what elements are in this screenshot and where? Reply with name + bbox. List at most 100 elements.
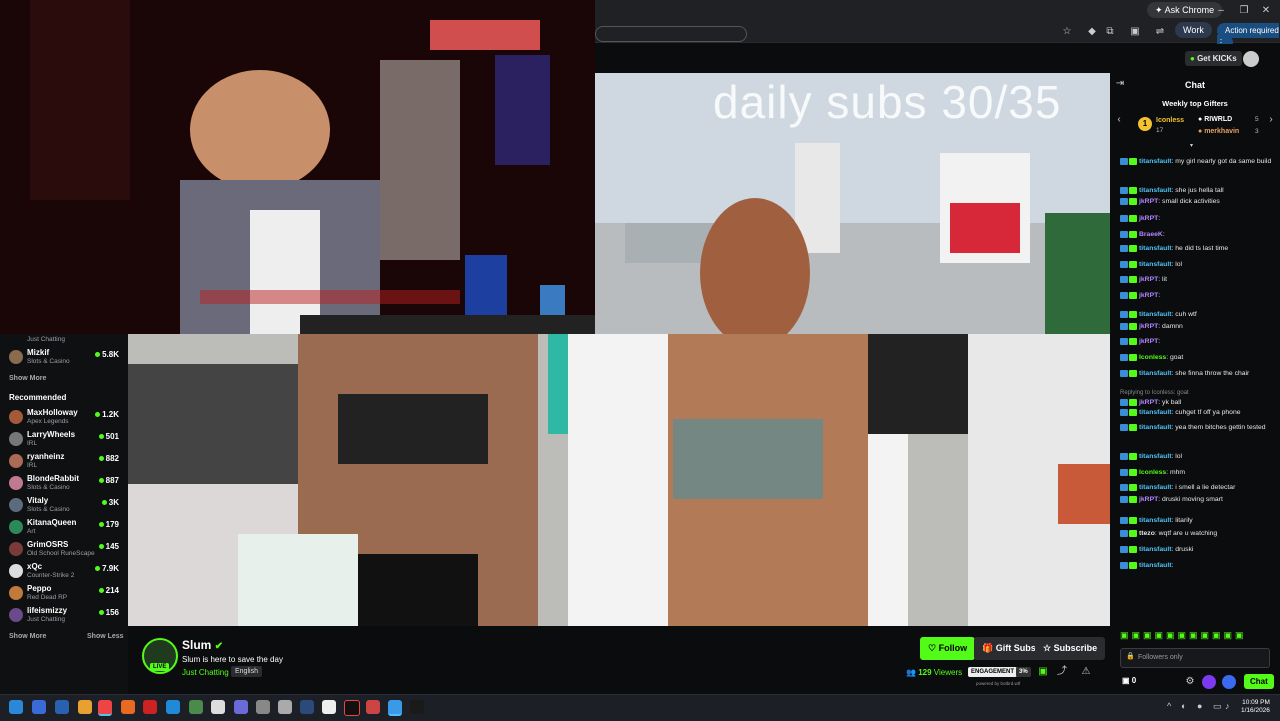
chat-username[interactable]: jkRPT (1139, 292, 1158, 299)
show-less-link[interactable]: Show Less (87, 633, 124, 640)
sidebar-channel[interactable]: lifeismizzy Just Chatting 156 (9, 605, 121, 627)
chat-username[interactable]: titansfault (1139, 187, 1171, 194)
edge-icon[interactable] (166, 700, 180, 714)
store-icon[interactable] (211, 700, 225, 714)
profile-work-chip[interactable]: Work (1175, 22, 1212, 38)
minimize-icon[interactable]: – (1214, 4, 1228, 18)
emote-picker-icon[interactable] (1222, 675, 1236, 689)
video-player[interactable] (128, 334, 1110, 626)
subscribe-button[interactable]: ☆ Subscribe (1035, 637, 1106, 660)
chat-username[interactable]: Iconless (1139, 469, 1166, 476)
firefox-icon[interactable] (121, 700, 135, 714)
notepad-icon[interactable] (189, 700, 203, 714)
microphone-icon[interactable]: ● (1197, 701, 1202, 711)
chat-username[interactable]: titansfault (1139, 370, 1171, 377)
kicks-balance[interactable]: ▣ 0 (1122, 676, 1136, 685)
gifter-2-name[interactable]: ● RIWRLD (1198, 116, 1232, 123)
video-player-top[interactable]: daily subs 30/35 (595, 73, 1110, 334)
sidebar-channel[interactable]: MaxHolloway Apex Legends 1.2K (9, 407, 121, 429)
chevron-right-icon[interactable]: › (1264, 113, 1278, 127)
user-avatar[interactable] (1243, 51, 1259, 67)
chat-username[interactable]: Iconless (1139, 354, 1166, 361)
sidebar-channel[interactable]: LarryWheels IRL 501 (9, 429, 121, 451)
sidebar-channel[interactable]: Peppo Red Dead RP 214 (9, 583, 121, 605)
gifter-1-name[interactable]: Iconless (1156, 117, 1184, 124)
share-icon[interactable]: ⤴ (1055, 665, 1069, 679)
sidebar-channel-mizkif[interactable]: Mizkif Slots & Casino 5.8K (9, 347, 121, 369)
ask-chrome-button[interactable]: ✦ Ask Chrome (1147, 2, 1223, 18)
chat-username[interactable]: BraeeK (1139, 231, 1163, 238)
clock[interactable]: 10:09 PM 1/16/2026 (1241, 699, 1270, 715)
file-explorer-icon[interactable] (78, 700, 92, 714)
category-link[interactable]: Just Chatting (182, 668, 229, 677)
star-icon[interactable]: ☆ (1060, 25, 1074, 39)
chat-username[interactable]: titansfault (1139, 261, 1171, 268)
restore-icon[interactable]: ❐ (1237, 4, 1251, 18)
app-icon-6[interactable] (388, 700, 402, 716)
task-view-icon[interactable] (55, 700, 69, 714)
settings-icon[interactable]: ⚙ (1183, 675, 1197, 689)
chat-username[interactable]: ttezo (1139, 530, 1155, 537)
send-chat-button[interactable]: Chat (1244, 674, 1274, 689)
sidebar-channel[interactable]: Vitaly Slots & Casino 3K (9, 495, 121, 517)
sidebar-toggle-icon[interactable]: ▣ (1128, 25, 1142, 39)
tray-chevron-icon[interactable]: ^ (1167, 701, 1171, 711)
gift-subs-button[interactable]: 🎁 Gift Subs (974, 637, 1044, 660)
expand-icon[interactable]: ▾ (1190, 142, 1200, 149)
chat-username[interactable]: jkRPT (1139, 496, 1158, 503)
sidebar-channel[interactable]: GrimOSRS Old School RuneScape 145 (9, 539, 121, 561)
chat-username[interactable]: titansfault (1139, 158, 1171, 165)
chat-username[interactable]: titansfault (1139, 424, 1171, 431)
copilot-icon[interactable] (32, 700, 46, 714)
chat-username[interactable]: titansfault (1139, 311, 1171, 318)
app-icon-1[interactable] (234, 700, 248, 714)
address-field[interactable] (595, 26, 747, 42)
opera-icon[interactable] (143, 700, 157, 714)
get-kicks-button[interactable]: ● Get KICKs (1185, 51, 1242, 66)
chat-username[interactable]: jkRPT (1139, 399, 1158, 406)
chat-input[interactable]: 🔒 Followers only (1120, 648, 1270, 668)
chat-username[interactable]: titansfault (1139, 484, 1171, 491)
sidebar-channel[interactable]: ryanheinz IRL 882 (9, 451, 121, 473)
chat-username[interactable]: titansfault (1139, 562, 1171, 569)
follow-button[interactable]: ♡ Follow (920, 637, 976, 660)
show-more-link-2[interactable]: Show More (9, 633, 46, 640)
chrome-icon[interactable] (98, 700, 112, 716)
terminal-icon[interactable] (410, 700, 424, 714)
language-tag[interactable]: English (231, 666, 262, 677)
extension-icon[interactable]: ◆ (1085, 25, 1099, 39)
app-icon-5[interactable] (366, 700, 380, 714)
chat-username[interactable]: titansfault (1139, 245, 1171, 252)
close-icon[interactable]: ✕ (1259, 4, 1273, 18)
chat-username[interactable]: titansfault (1139, 453, 1171, 460)
volume-icon[interactable]: ♪ (1225, 701, 1230, 711)
app-icon-3[interactable] (300, 700, 314, 714)
sidebar-channel[interactable]: xQc Counter-Strike 2 7.9K (9, 561, 121, 583)
chevron-left-icon[interactable]: ‹ (1112, 113, 1126, 127)
sidebar-channel[interactable]: KitanaQueen Art 179 (9, 517, 121, 539)
chat-username[interactable]: jkRPT (1139, 215, 1158, 222)
show-more-link[interactable]: Show More (9, 375, 46, 382)
chat-username[interactable]: titansfault (1139, 546, 1171, 553)
channel-name[interactable]: Slum ✔ (182, 638, 223, 652)
app-icon-2[interactable] (256, 700, 270, 714)
windows-start-icon[interactable] (9, 700, 23, 714)
chat-username[interactable]: titansfault (1139, 409, 1171, 416)
report-icon[interactable]: ⚠ (1079, 665, 1093, 679)
sidebar-channel[interactable]: BlondeRabbit Slots & Casino 887 (9, 473, 121, 495)
emote-bar[interactable]: ▣▣▣▣▣▣▣▣▣▣▣ (1120, 630, 1247, 641)
display-icon[interactable]: ▭ (1213, 701, 1222, 712)
gifter-3-name[interactable]: ● merkhavin (1198, 128, 1239, 135)
tab-search-icon[interactable]: ⇌ (1153, 25, 1167, 39)
settings-app-icon[interactable] (278, 700, 292, 714)
app-icon-4[interactable] (322, 700, 336, 714)
chat-username[interactable]: jkRPT (1139, 338, 1158, 345)
chat-username[interactable]: jkRPT (1139, 323, 1158, 330)
tiktok-icon[interactable] (344, 700, 360, 716)
puzzle-icon[interactable]: ⧉ (1103, 25, 1117, 39)
chat-username[interactable]: titansfault (1139, 517, 1171, 524)
seventv-icon[interactable] (1202, 675, 1216, 689)
chat-username[interactable]: jkRPT (1139, 198, 1158, 205)
clip-icon[interactable]: ▣ (1036, 665, 1050, 679)
chat-username[interactable]: jkRPT (1139, 276, 1158, 283)
